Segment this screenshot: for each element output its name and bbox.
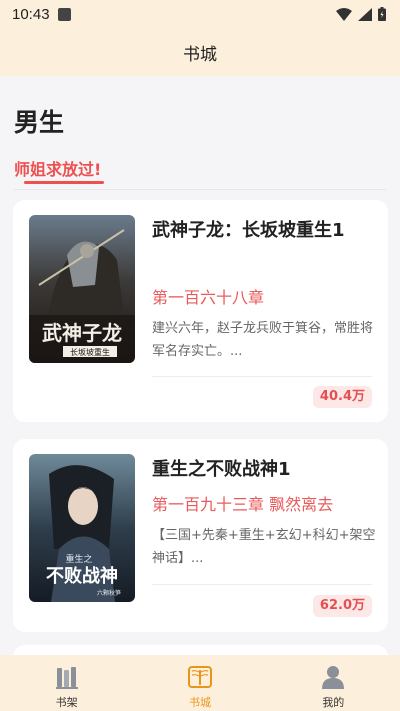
cover-title: 武神子龙 bbox=[42, 321, 122, 345]
nav-profile[interactable]: 我的 bbox=[267, 655, 400, 711]
status-icons bbox=[336, 7, 386, 21]
cover-title-top: 重生之 bbox=[65, 553, 92, 565]
bookstore-screen: 10:43 书城 男生 师姐求放过! 武神子龙 长坂坡重生 武神子龙：长坂坡重生… bbox=[0, 0, 400, 711]
book-cover[interactable]: 武神子龙 长坂坡重生 bbox=[29, 215, 135, 363]
cover-title: 不败战神 bbox=[46, 565, 118, 587]
bookshelf-icon bbox=[55, 667, 78, 689]
book-title[interactable]: 武神子龙：长坂坡重生1 bbox=[152, 216, 377, 246]
word-count-badge: 40.4万 bbox=[312, 386, 372, 408]
section-divider bbox=[14, 189, 386, 190]
latest-chapter: 第一百九十三章 飘然离去 bbox=[152, 495, 334, 514]
cover-subtitle: 长坂坡重生 bbox=[70, 347, 110, 357]
top-bar: 10:43 书城 bbox=[0, 0, 400, 76]
notification-icon bbox=[57, 7, 71, 21]
card-divider bbox=[152, 376, 372, 377]
card-divider bbox=[152, 584, 372, 585]
cover-author: 六颗秋笋 bbox=[97, 589, 121, 597]
book-description: 建兴六年，赵子龙兵败于箕谷，常胜将军名存实亡。... bbox=[152, 321, 374, 359]
tab-underline bbox=[24, 181, 104, 184]
battery-icon bbox=[378, 7, 386, 21]
status-time: 10:43 bbox=[12, 5, 50, 23]
word-count-badge: 62.0万 bbox=[312, 595, 372, 617]
book-cover[interactable]: 重生之 不败战神 六颗秋笋 bbox=[29, 454, 135, 602]
status-bar: 10:43 bbox=[0, 0, 400, 28]
tab-featured-book[interactable]: 师姐求放过! bbox=[14, 156, 101, 180]
nav-label: 我的 bbox=[322, 696, 345, 709]
section-title: 男生 bbox=[14, 108, 65, 137]
nav-bookshelf[interactable]: 书架 bbox=[0, 655, 133, 711]
book-description: 【三国+先秦+重生+玄幻+科幻+架空神话】... bbox=[152, 528, 376, 566]
wifi-icon bbox=[336, 7, 352, 21]
nav-bookstore[interactable]: 书城 bbox=[133, 655, 266, 711]
title-bar: 书城 bbox=[0, 28, 400, 76]
book-title[interactable]: 重生之不败战神1 bbox=[152, 455, 377, 485]
page-title: 书城 bbox=[183, 44, 217, 65]
signal-icon bbox=[358, 7, 372, 21]
person-icon bbox=[322, 666, 345, 689]
nav-label: 书架 bbox=[55, 696, 78, 709]
book-card[interactable]: 重生之 不败战神 六颗秋笋 重生之不败战神1 第一百九十三章 飘然离去 【三国+… bbox=[13, 439, 388, 632]
latest-chapter: 第一百六十八章 bbox=[152, 288, 265, 307]
bottom-nav: 书架 书城 我的 bbox=[0, 655, 400, 711]
book-card[interactable]: 武神子龙 长坂坡重生 武神子龙：长坂坡重生1 第一百六十八章 建兴六年，赵子龙兵… bbox=[13, 200, 388, 422]
open-book-icon bbox=[187, 666, 212, 688]
nav-label: 书城 bbox=[188, 696, 211, 709]
